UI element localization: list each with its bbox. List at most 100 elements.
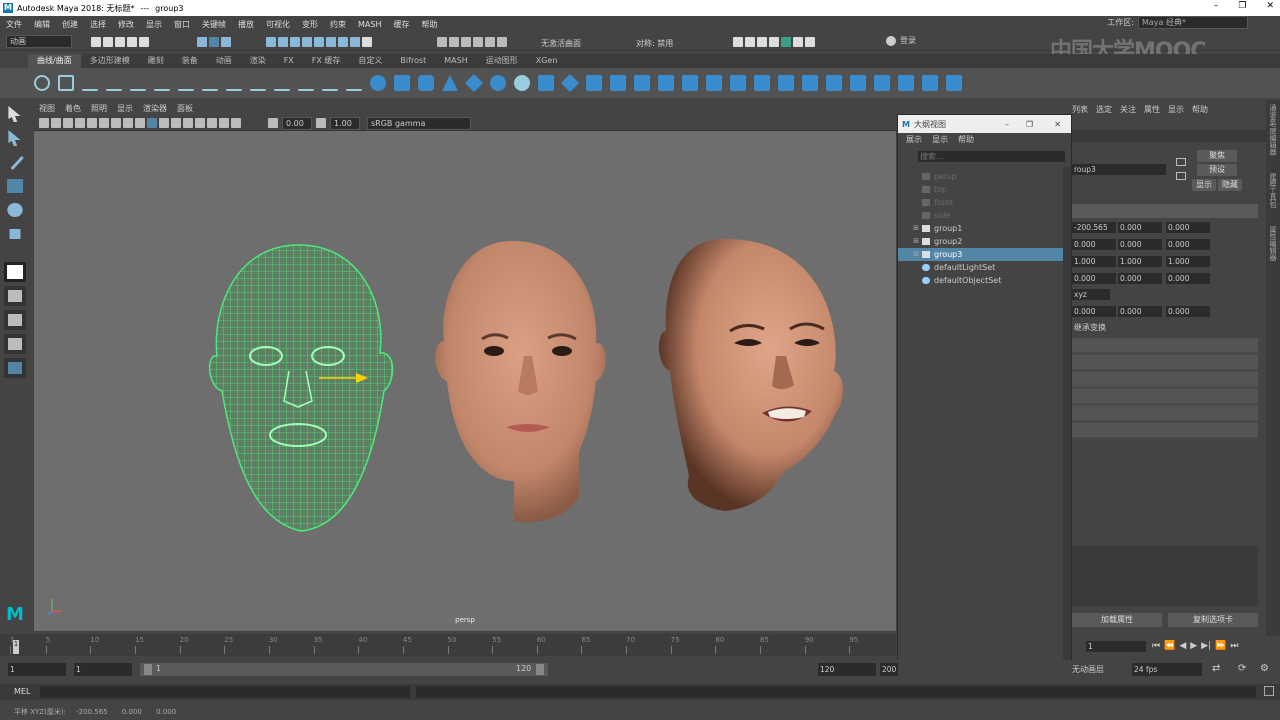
symmetry-label[interactable]: 对称: 禁用	[636, 38, 673, 49]
layout-two-icon[interactable]	[4, 334, 26, 354]
outliner-item-defaultlightset[interactable]: defaultLightSet	[898, 261, 1063, 274]
mask-deform-icon[interactable]	[314, 37, 324, 47]
expand-icon[interactable]: ⊞	[898, 248, 922, 261]
attr-notes[interactable]	[1072, 546, 1258, 606]
exposure-icon[interactable]	[268, 118, 278, 128]
paint-select-icon[interactable]	[10, 156, 24, 170]
outliner-menu-display[interactable]: 展示	[906, 133, 922, 147]
shelf-tab-fxcache[interactable]: FX 缓存	[303, 54, 350, 68]
render-frame-icon[interactable]	[745, 37, 755, 47]
vp-menu-panels[interactable]: 面板	[177, 102, 193, 116]
object-name-field[interactable]: roup3	[1072, 164, 1166, 175]
expand-icon[interactable]: ⊞	[898, 235, 922, 248]
restore-button[interactable]: ❐	[1238, 1, 1246, 11]
birail-icon[interactable]	[610, 75, 626, 91]
head-group3-expression[interactable]	[658, 238, 843, 511]
snap-surface-icon[interactable]	[485, 37, 495, 47]
cv-curve-icon[interactable]	[82, 75, 98, 91]
rotate-x-field[interactable]: 0.000	[1072, 239, 1116, 250]
save-scene-icon[interactable]	[115, 37, 125, 47]
outliner-min-button[interactable]: –	[1005, 120, 1009, 129]
translate-y-field[interactable]: 0.000	[1118, 222, 1162, 233]
rotate-y-field[interactable]: 0.000	[1118, 239, 1162, 250]
nurbs-sphere-icon[interactable]	[370, 75, 386, 91]
menu-select[interactable]: 选择	[90, 19, 106, 30]
attr-menu-list[interactable]: 列表	[1072, 104, 1088, 115]
tab-modeling-toolkit[interactable]: 建模工具包	[1268, 173, 1278, 208]
translate-z-field[interactable]: 0.000	[1166, 222, 1210, 233]
film-gate-icon[interactable]	[99, 118, 109, 128]
shadows-icon[interactable]	[195, 118, 205, 128]
menu-modify[interactable]: 修改	[118, 19, 134, 30]
wireframe-on-shaded-icon[interactable]	[159, 118, 169, 128]
boundary-icon[interactable]	[658, 75, 674, 91]
rotate-order-dropdown[interactable]: xyz	[1072, 289, 1110, 300]
attr-preset-icon[interactable]	[1176, 172, 1186, 180]
nurbs-circle-icon[interactable]	[34, 75, 50, 91]
outliner-item-persp[interactable]: persp	[898, 170, 1063, 183]
hypershade-icon[interactable]	[781, 37, 791, 47]
rotate-z-field[interactable]: 0.000	[1166, 239, 1210, 250]
outliner-max-button[interactable]: ❐	[1026, 120, 1033, 129]
snap-view-icon[interactable]	[473, 37, 483, 47]
outliner-item-group3[interactable]: ⊞ group3	[898, 248, 1063, 261]
mask-render-icon[interactable]	[338, 37, 348, 47]
planar-icon[interactable]	[560, 73, 580, 93]
hide-button[interactable]: 隐藏	[1218, 179, 1242, 191]
vp-menu-view[interactable]: 视图	[39, 102, 55, 116]
square-surface-icon[interactable]	[682, 75, 698, 91]
loop-icon[interactable]: ⇄	[1212, 663, 1220, 674]
mask-joints-icon[interactable]	[278, 37, 288, 47]
step-back-icon[interactable]: ◀	[1179, 641, 1186, 651]
playback-start-field[interactable]: 1	[74, 663, 132, 676]
close-button[interactable]: ✕	[1266, 1, 1274, 11]
nurbs-plane-icon[interactable]	[464, 73, 484, 93]
current-frame-field[interactable]: 1	[1086, 640, 1146, 652]
nurbs-cone-icon[interactable]	[442, 75, 458, 91]
outliner-menu-show[interactable]: 显示	[932, 133, 948, 147]
menu-create[interactable]: 创建	[62, 19, 78, 30]
render-settings-icon[interactable]	[769, 37, 779, 47]
mel-input[interactable]	[40, 686, 410, 698]
menu-file[interactable]: 文件	[6, 19, 22, 30]
scale-x-field[interactable]: 1.000	[1072, 256, 1116, 267]
redo-icon[interactable]	[139, 37, 149, 47]
attach-surfaces-icon[interactable]	[802, 75, 818, 91]
nurbs-cylinder-icon[interactable]	[418, 75, 434, 91]
detach-surfaces-icon[interactable]	[826, 75, 842, 91]
mel-label[interactable]: MEL	[14, 687, 30, 696]
revolve-icon[interactable]	[514, 75, 530, 91]
insert-knot-icon[interactable]	[226, 75, 242, 91]
shelf-tab-motiongraphics[interactable]: 运动图形	[477, 54, 527, 68]
anim-start-field[interactable]: 1	[8, 663, 66, 676]
exposure-field[interactable]: 0.00	[282, 116, 312, 130]
current-frame-marker[interactable]: 1	[13, 640, 19, 654]
ao-icon[interactable]	[207, 118, 217, 128]
extrude-icon[interactable]	[586, 75, 602, 91]
presets-button[interactable]: 预设	[1197, 164, 1237, 176]
head-group2-neutral[interactable]	[435, 241, 606, 523]
wireframe-icon[interactable]	[135, 118, 145, 128]
shelf-tab-curves[interactable]: 曲线/曲面	[28, 54, 81, 68]
select-hierarchy-icon[interactable]	[197, 37, 207, 47]
vp-menu-renderer[interactable]: 渲染器	[143, 102, 167, 116]
menu-display[interactable]: 显示	[146, 19, 162, 30]
step-back-key-icon[interactable]: ⏪	[1164, 641, 1175, 651]
shelf-tab-sculpt[interactable]: 雕刻	[139, 54, 173, 68]
nurbs-square-icon[interactable]	[58, 75, 74, 91]
menuset-dropdown[interactable]: 动画	[6, 35, 72, 48]
tab-channel-box[interactable]: 通道盒/层编辑器	[1268, 104, 1278, 155]
outliner-item-top[interactable]: top	[898, 183, 1063, 196]
ep-curve-icon[interactable]	[106, 75, 122, 91]
shelf-tab-xgen[interactable]: XGen	[527, 54, 567, 68]
login-area[interactable]: 登录	[885, 35, 961, 46]
extend-surface-icon[interactable]	[898, 75, 914, 91]
intersect-icon[interactable]	[730, 75, 746, 91]
attr-menu-focus[interactable]: 关注	[1120, 104, 1136, 115]
lights-icon[interactable]	[183, 118, 193, 128]
range-right-handle[interactable]	[536, 664, 544, 675]
copy-tab-button[interactable]: 复制选项卡	[1168, 613, 1258, 627]
attr-tab-strip[interactable]	[1072, 130, 1268, 142]
anim-layer-label[interactable]: 无动画层	[1072, 664, 1122, 675]
textured-icon[interactable]	[171, 118, 181, 128]
